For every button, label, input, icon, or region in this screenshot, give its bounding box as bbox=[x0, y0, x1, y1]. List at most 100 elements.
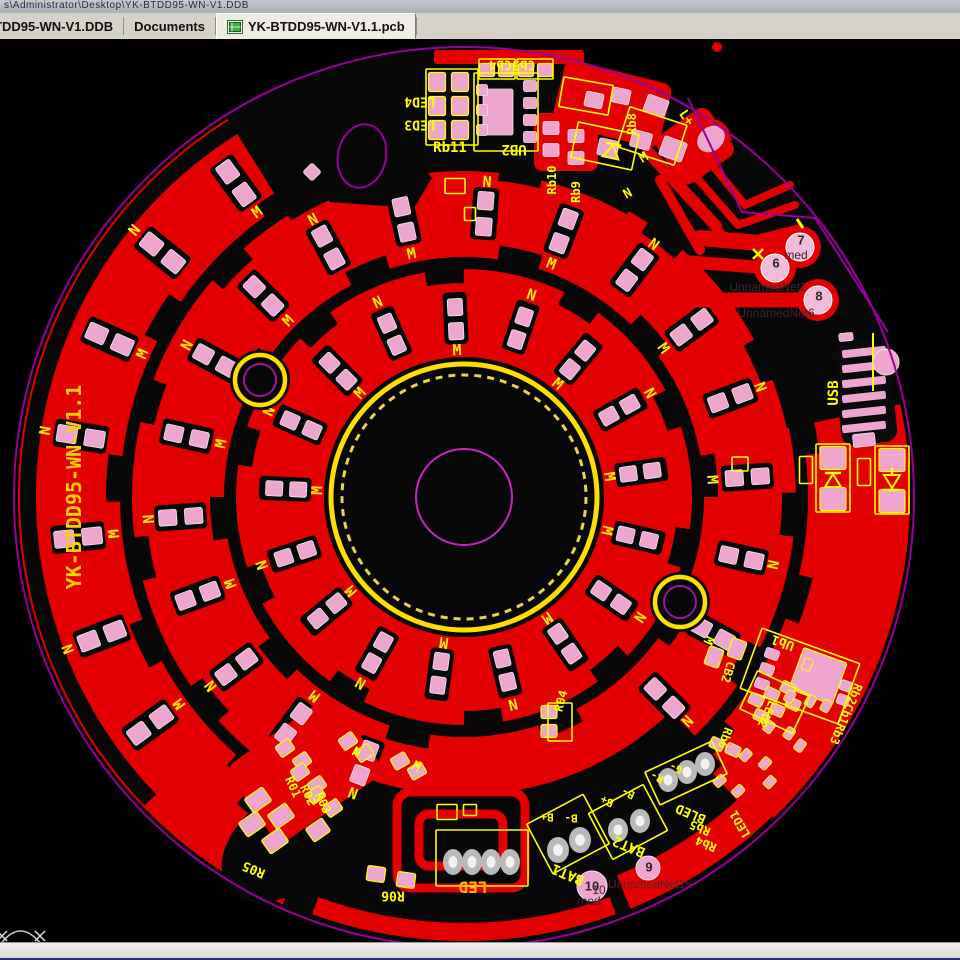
silk-letter: N bbox=[139, 514, 158, 524]
component-pad bbox=[524, 132, 537, 143]
silk-letter: N bbox=[482, 173, 492, 192]
pad-number: 6 bbox=[772, 256, 779, 271]
component-pad bbox=[452, 97, 469, 116]
component-pad bbox=[189, 429, 210, 448]
component-pad bbox=[433, 652, 450, 671]
component-pad bbox=[725, 469, 744, 486]
component-pad bbox=[751, 468, 770, 485]
tab-active-label: YK-BTDD95-WN-V1.1.pcb bbox=[248, 19, 405, 34]
tab-documents[interactable]: Documents bbox=[124, 13, 215, 39]
pad-number: 9 bbox=[645, 860, 652, 875]
component-pad bbox=[538, 64, 553, 77]
component-pad bbox=[611, 87, 632, 105]
component-pad bbox=[448, 322, 464, 340]
component-pad bbox=[366, 865, 386, 882]
pad-number: 7 bbox=[797, 233, 804, 248]
component-pad bbox=[163, 424, 184, 443]
silk-label: R06 bbox=[381, 888, 405, 903]
pcb-viewport[interactable]: MNMNMNMNMNMNMNMNMMNMNMNMNMNMNMNMNNMNMNMN… bbox=[0, 39, 960, 942]
component-pad bbox=[447, 298, 463, 316]
component-pad bbox=[718, 545, 739, 564]
component-pad bbox=[158, 509, 177, 526]
silk-label: USB bbox=[826, 380, 842, 405]
component-pad bbox=[820, 488, 846, 511]
pad-number: 10 bbox=[585, 879, 599, 894]
tht-pad-core bbox=[636, 816, 645, 827]
silk-label: Rb8 bbox=[625, 113, 639, 135]
component-pad bbox=[184, 507, 203, 524]
tab-active-pcb[interactable]: YK-BTDD95-WN-V1.1.pcb bbox=[216, 13, 416, 39]
component-pad bbox=[452, 121, 469, 140]
net-label: UnnamedNet2 bbox=[729, 280, 807, 294]
component-pad bbox=[639, 531, 659, 549]
component-pad bbox=[543, 144, 559, 157]
silk-label: B- bbox=[564, 812, 577, 825]
component-pad bbox=[584, 91, 605, 109]
component-pad bbox=[541, 725, 557, 738]
component-pad bbox=[643, 462, 662, 479]
mounting-hole bbox=[230, 350, 290, 410]
document-tab-bar: TDD95-WN-V1.DDB Documents YK-BTDD95-WN-V… bbox=[0, 13, 960, 40]
component-pad bbox=[475, 217, 492, 236]
tht-pad-core bbox=[449, 856, 458, 868]
silk-label: B+ bbox=[540, 811, 554, 824]
tab-documents-label: Documents bbox=[134, 19, 205, 34]
component-pad bbox=[452, 73, 469, 92]
component-pad bbox=[543, 122, 559, 135]
component-pad bbox=[289, 482, 307, 498]
bottom-scroll-area[interactable] bbox=[0, 942, 960, 959]
component-pad bbox=[397, 222, 416, 243]
net-label: UnnamedNet6 bbox=[737, 306, 815, 320]
tht-pad-core bbox=[701, 759, 710, 770]
meander-tooth bbox=[106, 454, 123, 501]
board-name-silk: YK-BTDD95-WN-V1.1 bbox=[62, 385, 86, 590]
tht-pad-core bbox=[506, 856, 515, 868]
component-pad bbox=[265, 481, 283, 497]
net-label: UnnamedNet15 bbox=[608, 877, 692, 891]
component-pad bbox=[477, 191, 494, 210]
net-label: med bbox=[784, 248, 807, 262]
component-pad bbox=[616, 526, 636, 544]
tab-ddb-label: TDD95-WN-V1.DDB bbox=[0, 19, 113, 34]
component-pad bbox=[852, 432, 875, 447]
component-pad bbox=[524, 115, 537, 126]
silk-letter: M bbox=[452, 341, 462, 359]
silk-letter: M bbox=[703, 474, 722, 484]
silk-label: Cb3Cb4 bbox=[488, 57, 535, 72]
tht-pad-core bbox=[553, 844, 563, 856]
tab-separator bbox=[416, 17, 417, 35]
component-pad bbox=[744, 551, 765, 570]
pad-number: 8 bbox=[815, 289, 822, 304]
silk-label: UB2 bbox=[501, 141, 526, 157]
tht-pad-core bbox=[468, 856, 477, 868]
silk-label: LED3 bbox=[404, 117, 435, 132]
component-pad bbox=[524, 81, 537, 92]
silk-label: Rb11 bbox=[433, 140, 467, 156]
silk-label: LED4 bbox=[404, 94, 435, 109]
silk-letter: M bbox=[105, 528, 124, 539]
copper-pad-ring bbox=[712, 42, 722, 52]
component-pad bbox=[429, 73, 446, 92]
silk-label: Rb9 bbox=[569, 181, 583, 203]
silk-label: Rb10 bbox=[545, 166, 559, 195]
component-pad bbox=[524, 98, 537, 109]
app-window: s\Administrator\Desktop\YK-BTDD95-WN-V1.… bbox=[0, 0, 960, 960]
pcb-doc-icon bbox=[227, 20, 243, 34]
component-pad bbox=[839, 332, 854, 341]
mounting-hole bbox=[650, 572, 710, 632]
tht-pad-core bbox=[487, 856, 496, 868]
component-pad bbox=[820, 447, 846, 470]
component-pad bbox=[392, 196, 411, 217]
component-pad bbox=[619, 465, 638, 482]
silk-label: LED bbox=[459, 878, 488, 897]
component-pad bbox=[83, 429, 105, 449]
window-title: s\Administrator\Desktop\YK-BTDD95-WN-V1.… bbox=[0, 0, 960, 13]
tab-ddb[interactable]: TDD95-WN-V1.DDB bbox=[0, 13, 123, 39]
component-pad bbox=[879, 490, 905, 513]
pcb-canvas[interactable]: MNMNMNMNMNMNMNMNMMNMNMNMNMNMNMNMNNMNMNMN… bbox=[0, 39, 960, 942]
component-pad bbox=[429, 676, 446, 695]
tht-pad-core bbox=[575, 834, 585, 846]
silk-letter: M bbox=[308, 485, 326, 495]
component-pad bbox=[396, 871, 416, 888]
meander-tooth bbox=[780, 493, 797, 537]
